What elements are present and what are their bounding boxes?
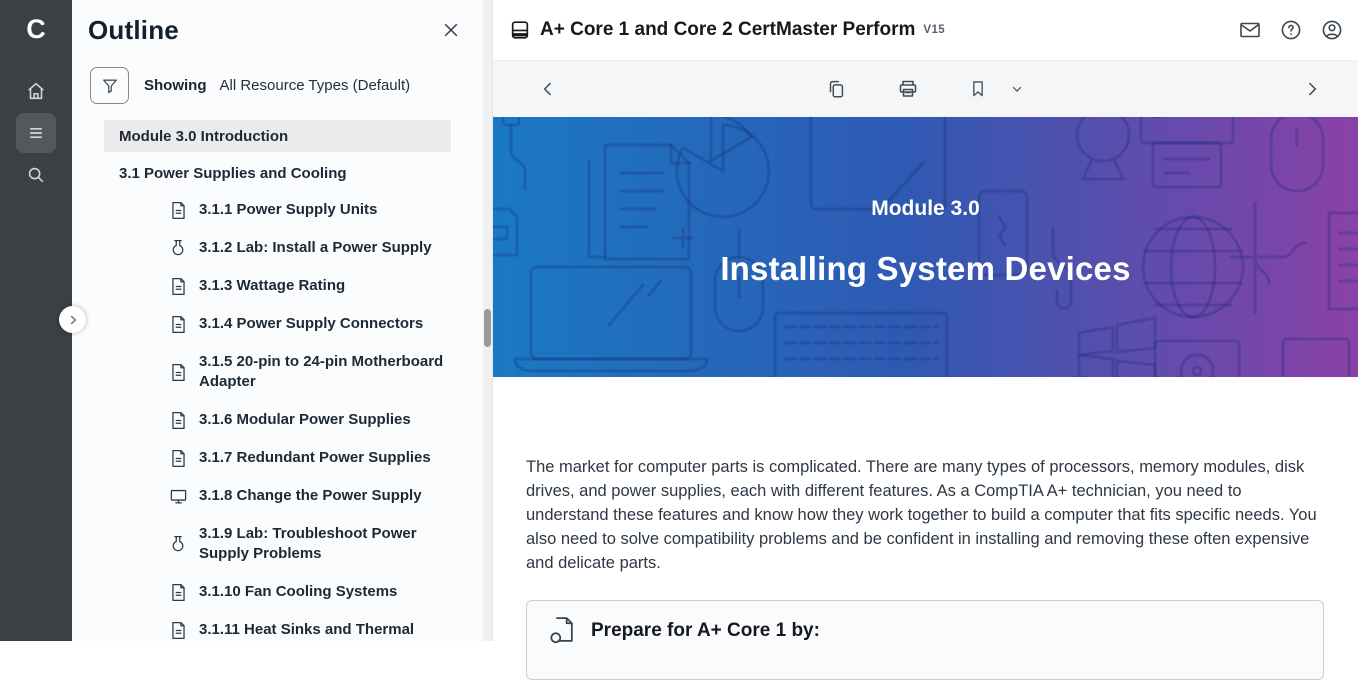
help-icon — [1279, 18, 1303, 42]
comptia-logo: C — [0, 0, 72, 58]
messages-button[interactable] — [1238, 18, 1262, 42]
document-icon — [168, 363, 188, 382]
hero-module-label: Module 3.0 — [493, 197, 1358, 221]
outline-item-label: 3.1.5 20-pin to 24-pin Motherboard Adapt… — [199, 352, 444, 392]
filter-row: Showing All Resource Types (Default) — [90, 67, 483, 104]
content-outline-button[interactable] — [16, 113, 56, 153]
help-button[interactable] — [1279, 18, 1303, 42]
outline-item-label: 3.1.6 Modular Power Supplies — [199, 410, 444, 430]
module-hero-banner: Module 3.0 Installing System Devices — [493, 117, 1358, 377]
reader-toolbar — [493, 60, 1358, 117]
course-title: A+ Core 1 and Core 2 CertMaster Perform — [540, 19, 915, 41]
outline-item-label: 3.1.3 Wattage Rating — [199, 276, 444, 296]
outline-item-label: 3.1.9 Lab: Troubleshoot Power Supply Pro… — [199, 524, 444, 564]
filter-funnel-icon — [100, 76, 120, 96]
account-icon — [1320, 18, 1344, 42]
lab-flask-icon — [168, 535, 188, 554]
chevron-down-icon — [1010, 82, 1024, 96]
outline-item-label: 3.1.2 Lab: Install a Power Supply — [199, 238, 444, 258]
filter-value: All Resource Types (Default) — [220, 77, 411, 94]
outline-item[interactable]: 3.1.7 Redundant Power Supplies — [168, 439, 483, 477]
copy-button[interactable] — [825, 78, 847, 100]
hero-title: Installing System Devices — [493, 250, 1358, 288]
filter-showing-label: Showing — [144, 77, 207, 94]
monitor-icon — [168, 487, 188, 506]
outline-item[interactable]: 3.1.11 Heat Sinks and Thermal — [168, 611, 483, 649]
lab-flask-icon — [168, 239, 188, 258]
course-header: A+ Core 1 and Core 2 CertMaster Perform … — [493, 0, 1358, 60]
main-content: A+ Core 1 and Core 2 CertMaster Perform … — [492, 0, 1358, 641]
course-version-badge: V15 — [923, 24, 945, 36]
outline-scrollbar-track[interactable] — [483, 0, 492, 641]
outline-item[interactable]: 3.1.10 Fan Cooling Systems — [168, 573, 483, 611]
outline-item[interactable]: 3.1.1 Power Supply Units — [168, 191, 483, 229]
account-button[interactable] — [1320, 18, 1344, 42]
bookmark-button[interactable] — [968, 79, 988, 99]
outline-item[interactable]: 3.1.8 Change the Power Supply — [168, 477, 483, 515]
prepare-card: Prepare for A+ Core 1 by: — [526, 600, 1324, 680]
prepare-card-title: Prepare for A+ Core 1 by: — [591, 620, 820, 642]
next-page-button[interactable] — [1302, 79, 1322, 99]
filter-button[interactable] — [90, 67, 129, 104]
outline-item[interactable]: 3.1.3 Wattage Rating — [168, 267, 483, 305]
bookmark-menu-button[interactable] — [1010, 82, 1024, 96]
panel-collapse-toggle[interactable] — [59, 306, 86, 333]
menu-icon — [26, 123, 46, 143]
hero-pattern — [493, 117, 1358, 377]
print-button[interactable] — [896, 77, 920, 101]
search-icon — [25, 164, 47, 186]
outline-item[interactable]: 3.1.4 Power Supply Connectors — [168, 305, 483, 343]
outline-item-label: 3.1.1 Power Supply Units — [199, 200, 444, 220]
outline-item-label: 3.1.8 Change the Power Supply — [199, 486, 444, 506]
chevron-right-icon — [67, 314, 79, 326]
close-icon[interactable] — [441, 20, 461, 40]
outline-item[interactable]: 3.1.5 20-pin to 24-pin Motherboard Adapt… — [168, 343, 483, 401]
outline-item-selected[interactable]: Module 3.0 Introduction — [104, 120, 451, 152]
outline-list: 3.1.1 Power Supply Units 3.1.2 Lab: Inst… — [72, 191, 483, 649]
chevron-left-icon — [538, 79, 558, 99]
intro-paragraph: The market for computer parts is complic… — [526, 455, 1318, 575]
home-icon — [25, 80, 47, 102]
outline-title: Outline — [88, 15, 179, 46]
document-icon — [168, 315, 188, 334]
book-icon — [509, 19, 531, 41]
outline-item[interactable]: 3.1.2 Lab: Install a Power Supply — [168, 229, 483, 267]
printer-icon — [896, 77, 920, 101]
document-icon — [168, 449, 188, 468]
chevron-right-icon — [1302, 79, 1322, 99]
outline-scrollbar-thumb[interactable] — [484, 309, 491, 347]
bookmark-icon — [968, 79, 988, 99]
outline-item[interactable]: 3.1.6 Modular Power Supplies — [168, 401, 483, 439]
outline-item-label: 3.1.10 Fan Cooling Systems — [199, 582, 444, 602]
outline-item-label: 3.1.11 Heat Sinks and Thermal — [199, 620, 444, 640]
mail-icon — [1238, 18, 1262, 42]
outline-item[interactable]: 3.1.9 Lab: Troubleshoot Power Supply Pro… — [168, 515, 483, 573]
document-icon — [168, 621, 188, 640]
document-icon — [168, 583, 188, 602]
outline-item-label: 3.1.4 Power Supply Connectors — [199, 314, 444, 334]
search-button[interactable] — [16, 155, 56, 195]
outline-section-header[interactable]: 3.1 Power Supplies and Cooling — [119, 165, 483, 182]
document-icon — [168, 201, 188, 220]
outline-item-label: 3.1.7 Redundant Power Supplies — [199, 448, 444, 468]
previous-page-button[interactable] — [538, 79, 558, 99]
outline-panel: Outline Showing All Resource Types (Defa… — [72, 0, 483, 641]
home-button[interactable] — [16, 71, 56, 111]
document-icon — [168, 277, 188, 296]
copy-icon — [825, 78, 847, 100]
document-icon — [168, 411, 188, 430]
